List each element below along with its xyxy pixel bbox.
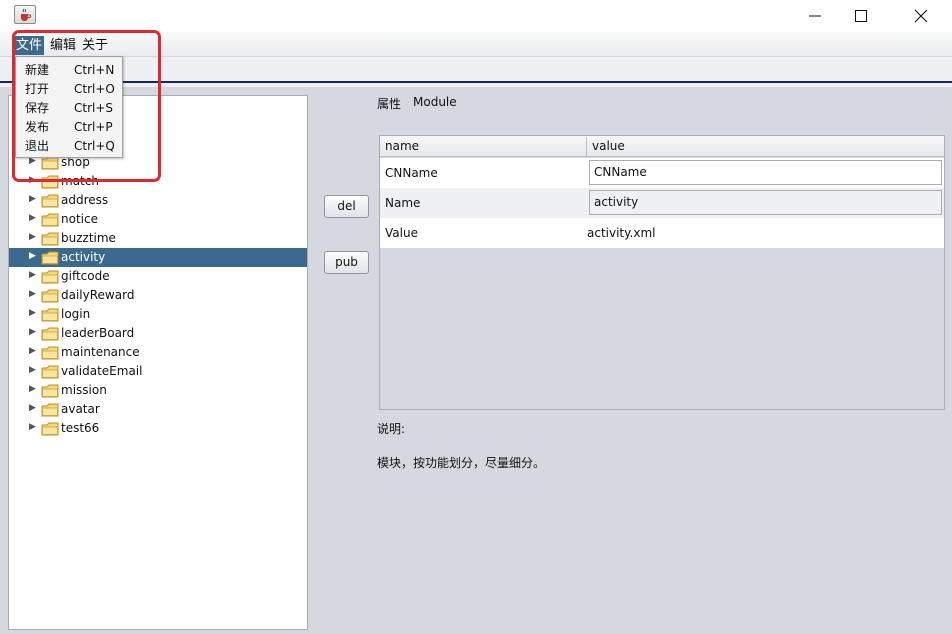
row-value-cell[interactable]: activity.xml	[587, 226, 655, 240]
tree-node-label: validateEmail	[61, 364, 143, 378]
tree-node[interactable]: ▶ address	[9, 191, 307, 210]
folder-icon	[41, 346, 59, 363]
description-text: 模块，按功能划分，尽量细分。	[377, 456, 546, 470]
tree-node[interactable]: ▶ test66	[9, 419, 307, 438]
column-header-value[interactable]: value	[592, 139, 625, 153]
tree-node[interactable]: ▶ login	[9, 305, 307, 324]
tree-node[interactable]: ▶ dailyReward	[9, 286, 307, 305]
folder-icon	[41, 270, 59, 287]
properties-type: Module	[413, 95, 457, 109]
tree-node-label: dailyReward	[61, 288, 135, 302]
tree-node-label: address	[61, 193, 109, 207]
tree-node[interactable]: ▶ notice	[9, 210, 307, 229]
expand-arrow-icon[interactable]: ▶	[29, 270, 36, 280]
folder-icon	[41, 365, 59, 382]
folder-icon	[41, 194, 59, 211]
table-row[interactable]	[380, 218, 944, 248]
tree-node[interactable]: ▶ leaderBoard	[9, 324, 307, 343]
expand-arrow-icon[interactable]: ▶	[29, 213, 36, 223]
tree-node[interactable]: ▶ giftcode	[9, 267, 307, 286]
description-label: 说明:	[377, 422, 406, 436]
folder-icon	[41, 327, 59, 344]
expand-arrow-icon[interactable]: ▶	[29, 251, 36, 261]
tree-node-label: avatar	[61, 402, 100, 416]
properties-label: 属性	[377, 97, 402, 111]
tree-node[interactable]: ▶ activity	[9, 248, 307, 267]
expand-arrow-icon[interactable]: ▶	[29, 232, 36, 242]
tree-node-label: maintenance	[61, 345, 140, 359]
minimize-icon	[809, 15, 821, 17]
expand-arrow-icon[interactable]: ▶	[29, 384, 36, 394]
folder-icon	[41, 384, 59, 401]
cnname-value-field[interactable]: CNName	[589, 160, 942, 185]
tree-node[interactable]: ▶ validateEmail	[9, 362, 307, 381]
expand-arrow-icon[interactable]: ▶	[29, 422, 36, 432]
maximize-icon	[855, 10, 867, 22]
tree-node-label: test66	[61, 421, 100, 435]
table-header	[380, 136, 944, 157]
tree-node-label: buzztime	[61, 231, 116, 245]
folder-icon	[41, 232, 59, 249]
tree-node-label: activity	[61, 250, 106, 264]
pub-button[interactable]: pub	[324, 251, 369, 274]
minimize-button[interactable]	[792, 0, 838, 32]
tree-node[interactable]: ▶ buzztime	[9, 229, 307, 248]
expand-arrow-icon[interactable]: ▶	[29, 194, 36, 204]
row-name-cell: CNName	[385, 166, 438, 180]
close-icon	[914, 9, 928, 23]
expand-arrow-icon[interactable]: ▶	[29, 327, 36, 337]
row-name-cell: Name	[385, 196, 421, 210]
expand-arrow-icon[interactable]: ▶	[29, 346, 36, 356]
column-header-name[interactable]: name	[385, 139, 419, 153]
folder-icon	[41, 403, 59, 420]
tree-node[interactable]: ▶ avatar	[9, 400, 307, 419]
folder-icon	[41, 308, 59, 325]
row-name-cell: Value	[385, 226, 418, 240]
java-cup-icon	[14, 5, 36, 24]
expand-arrow-icon[interactable]: ▶	[29, 403, 36, 413]
tree-node-label: login	[61, 307, 91, 321]
tree-node[interactable]: ▶ maintenance	[9, 343, 307, 362]
tree-node-label: giftcode	[61, 269, 110, 283]
folder-icon	[41, 422, 59, 439]
folder-icon	[41, 251, 59, 268]
folder-icon	[41, 213, 59, 230]
folder-icon	[41, 289, 59, 306]
tree-node-label: leaderBoard	[61, 326, 135, 340]
tree-node-label: mission	[61, 383, 107, 397]
name-value-field[interactable]: activity	[589, 190, 942, 215]
close-button[interactable]	[898, 0, 944, 32]
highlight-box	[12, 30, 161, 182]
expand-arrow-icon[interactable]: ▶	[29, 365, 36, 375]
tree-node[interactable]: ▶ mission	[9, 381, 307, 400]
tree-node-label: notice	[61, 212, 98, 226]
expand-arrow-icon[interactable]: ▶	[29, 289, 36, 299]
expand-arrow-icon[interactable]: ▶	[29, 308, 36, 318]
column-divider[interactable]	[586, 137, 587, 157]
del-button[interactable]: del	[324, 195, 369, 218]
maximize-button[interactable]	[838, 0, 884, 32]
